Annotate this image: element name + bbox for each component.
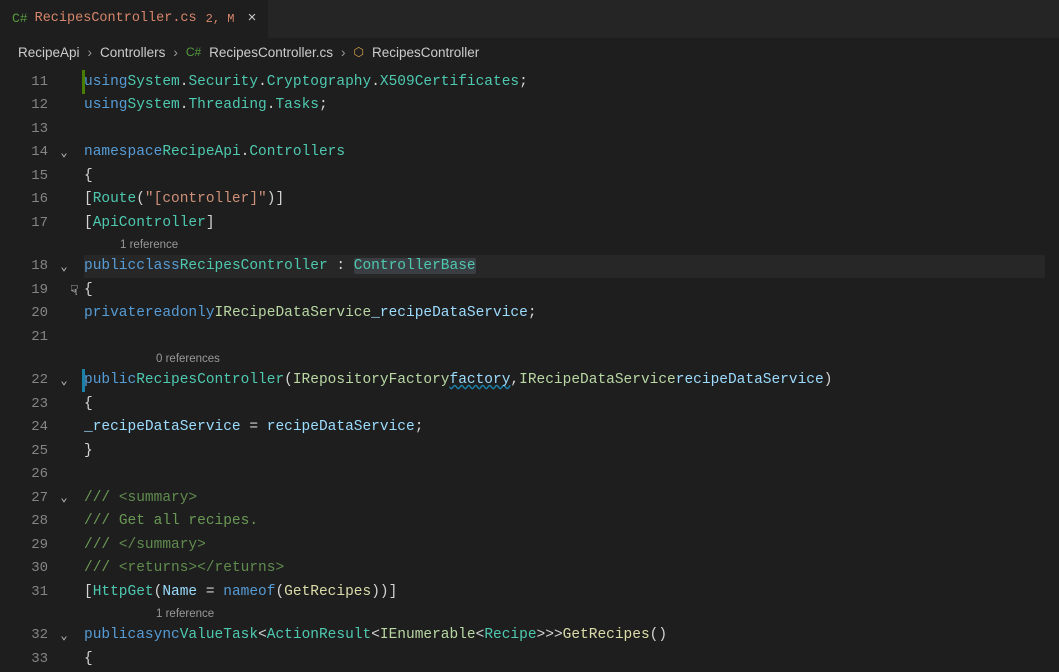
- code-line[interactable]: [84, 463, 1059, 487]
- line-number: 21: [0, 329, 54, 345]
- code-line[interactable]: /// </summary>: [84, 533, 1059, 557]
- code-line[interactable]: public class RecipesController : Control…: [84, 255, 1059, 279]
- editor[interactable]: 11 12 13 14⌄ 15 16 17 18⌄💡 19☟ 20 21 22⌄…: [0, 66, 1059, 672]
- line-number: 28: [0, 513, 54, 529]
- code-area[interactable]: using System.Security.Cryptography.X509C…: [84, 66, 1059, 672]
- class-icon: ⬡: [353, 45, 363, 59]
- tab-label: RecipesController.cs: [35, 11, 197, 26]
- line-number: 31: [0, 584, 54, 600]
- code-line[interactable]: using System.Security.Cryptography.X509C…: [84, 70, 1059, 94]
- chevron-right-icon: ›: [173, 45, 178, 60]
- code-line[interactable]: [84, 325, 1059, 349]
- line-number: 26: [0, 466, 54, 482]
- code-line[interactable]: [Route("[controller]")]: [84, 188, 1059, 212]
- close-icon[interactable]: ×: [247, 10, 256, 27]
- cursor-icon: ☟: [70, 283, 78, 300]
- codelens[interactable]: 1 reference: [84, 604, 1059, 624]
- line-number: 18: [0, 258, 54, 274]
- line-number: 16: [0, 191, 54, 207]
- line-number: 14: [0, 144, 54, 160]
- line-number: 29: [0, 537, 54, 553]
- breadcrumb-segment[interactable]: RecipesController.cs: [209, 45, 333, 60]
- line-number: 20: [0, 305, 54, 321]
- line-number: 11: [0, 74, 54, 90]
- code-line[interactable]: /// <returns></returns>: [84, 557, 1059, 581]
- csharp-icon: C#: [12, 11, 28, 26]
- code-line[interactable]: [ApiController]: [84, 211, 1059, 235]
- code-line[interactable]: namespace RecipeApi.Controllers: [84, 141, 1059, 165]
- tab-active[interactable]: C# RecipesController.cs 2, M ×: [0, 0, 268, 38]
- line-number: 30: [0, 560, 54, 576]
- codelens[interactable]: 0 references: [84, 349, 1059, 369]
- codelens[interactable]: 1 reference: [84, 235, 1059, 255]
- breadcrumb-segment[interactable]: Controllers: [100, 45, 165, 60]
- code-line[interactable]: [HttpGet(Name = nameof(GetRecipes))]: [84, 580, 1059, 604]
- line-number: 19: [0, 282, 54, 298]
- breadcrumb-segment[interactable]: RecipeApi: [18, 45, 80, 60]
- breadcrumb-segment[interactable]: RecipesController: [372, 45, 479, 60]
- code-line[interactable]: }: [84, 439, 1059, 463]
- gutter: 11 12 13 14⌄ 15 16 17 18⌄💡 19☟ 20 21 22⌄…: [0, 66, 84, 672]
- code-line[interactable]: public async ValueTask<ActionResult<IEnu…: [84, 624, 1059, 648]
- line-number: 27: [0, 490, 54, 506]
- fold-icon[interactable]: ⌄: [54, 373, 74, 388]
- line-number: 23: [0, 396, 54, 412]
- line-number: 22: [0, 372, 54, 388]
- csharp-icon: C#: [186, 45, 201, 59]
- code-line[interactable]: public RecipesController(IRepositoryFact…: [84, 369, 1059, 393]
- breadcrumb[interactable]: RecipeApi › Controllers › C# RecipesCont…: [0, 38, 1059, 66]
- code-line[interactable]: private readonly IRecipeDataService _rec…: [84, 302, 1059, 326]
- line-number: 15: [0, 168, 54, 184]
- line-number: 25: [0, 443, 54, 459]
- code-line[interactable]: {: [84, 278, 1059, 302]
- code-line[interactable]: using System.Threading.Tasks;: [84, 94, 1059, 118]
- tab-bar: C# RecipesController.cs 2, M ×: [0, 0, 1059, 38]
- code-line[interactable]: /// <summary>: [84, 486, 1059, 510]
- line-number: 32: [0, 627, 54, 643]
- minimap[interactable]: [1045, 66, 1059, 672]
- fold-icon[interactable]: ⌄: [54, 628, 74, 643]
- code-line[interactable]: {: [84, 647, 1059, 671]
- code-line[interactable]: _recipeDataService = recipeDataService;: [84, 416, 1059, 440]
- line-number: 12: [0, 97, 54, 113]
- line-number: 17: [0, 215, 54, 231]
- line-number: 24: [0, 419, 54, 435]
- code-line[interactable]: /// Get all recipes.: [84, 510, 1059, 534]
- chevron-right-icon: ›: [88, 45, 93, 60]
- fold-icon[interactable]: ⌄: [54, 145, 74, 160]
- tab-modification-badge: 2, M: [206, 12, 235, 26]
- line-number: 33: [0, 651, 54, 667]
- chevron-right-icon: ›: [341, 45, 346, 60]
- code-line[interactable]: {: [84, 164, 1059, 188]
- code-line[interactable]: {: [84, 392, 1059, 416]
- line-number: 13: [0, 121, 54, 137]
- fold-icon[interactable]: ⌄: [54, 259, 74, 274]
- code-line[interactable]: [84, 117, 1059, 141]
- fold-icon[interactable]: ⌄: [54, 490, 74, 505]
